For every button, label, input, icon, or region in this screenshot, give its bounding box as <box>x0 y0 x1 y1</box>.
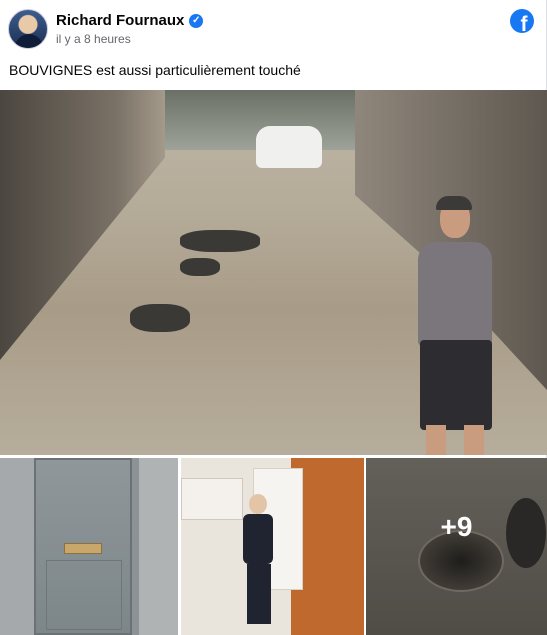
post-author: Richard Fournaux ✓ <box>56 12 204 29</box>
door-photo[interactable] <box>0 458 178 635</box>
author-avatar[interactable] <box>8 9 48 49</box>
avatar-silhouette <box>15 34 43 48</box>
debris <box>180 230 260 252</box>
kitchen-photo[interactable] <box>181 458 364 635</box>
verified-badge-icon: ✓ <box>189 13 204 28</box>
debris <box>130 304 190 332</box>
white-car <box>256 126 322 168</box>
kitchen-cabinet <box>181 478 243 520</box>
post-caption: BOUVIGNES est aussi particulièrement tou… <box>9 62 301 78</box>
post-timestamp[interactable]: il y a 8 heures <box>56 32 131 46</box>
facebook-post: Richard Fournaux ✓ il y a 8 heures f BOU… <box>0 0 547 635</box>
door <box>34 458 132 635</box>
more-photos-count[interactable]: +9 <box>366 458 547 615</box>
debris <box>180 258 220 276</box>
drain-photo[interactable]: +9 <box>366 458 547 635</box>
author-name[interactable]: Richard Fournaux <box>56 12 184 29</box>
letterbox <box>64 543 102 554</box>
facebook-logo[interactable]: f <box>510 9 534 33</box>
flooded-street-photo[interactable] <box>0 90 547 455</box>
woman-standing <box>239 494 279 634</box>
man-walking <box>398 196 508 455</box>
